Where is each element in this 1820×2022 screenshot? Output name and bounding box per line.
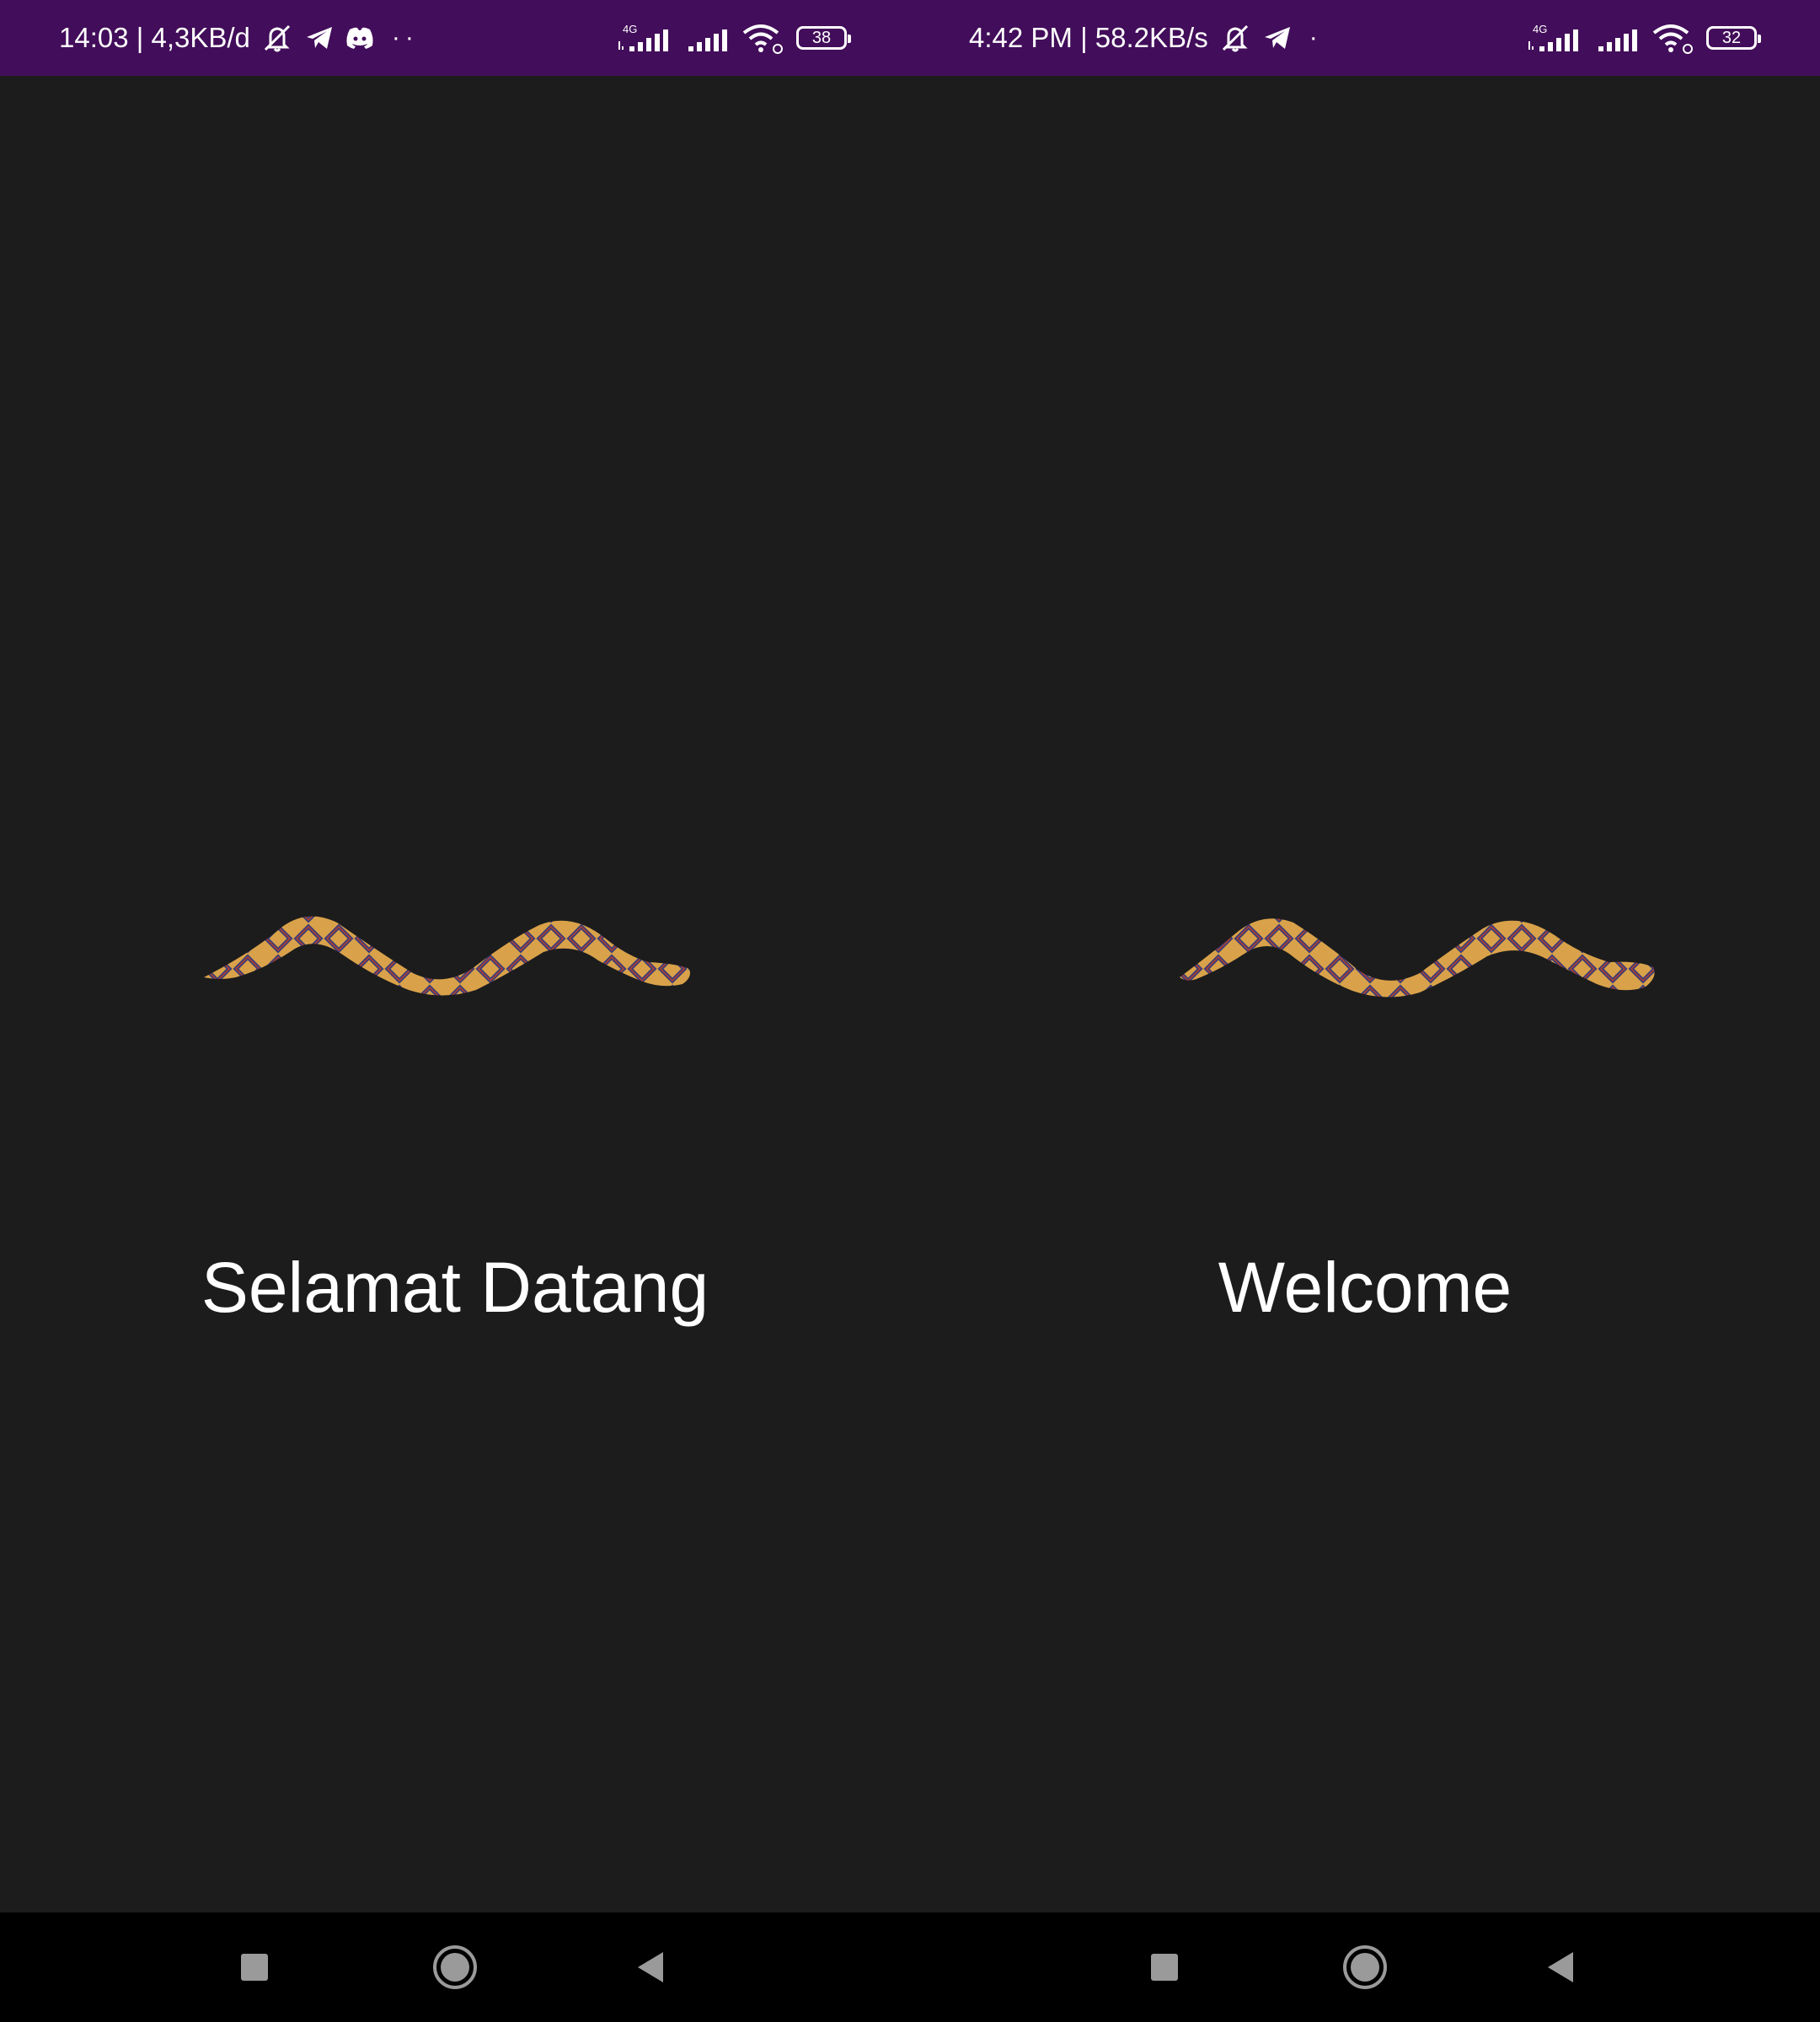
telegram-icon xyxy=(1262,24,1293,51)
back-button[interactable] xyxy=(1518,1912,1603,2022)
battery-level: 32 xyxy=(1721,28,1742,47)
status-bar: 14:03 | 4,3KB/d ·· 4G 38 xyxy=(0,0,910,76)
status-left: 14:03 | 4,3KB/d ·· xyxy=(59,0,419,76)
back-button[interactable] xyxy=(608,1912,693,2022)
wifi-icon xyxy=(741,21,784,55)
recents-icon xyxy=(241,1954,268,1981)
status-left: 4:42 PM | 58.2KB/s · xyxy=(969,0,1323,76)
mute-icon xyxy=(1218,23,1252,53)
snake-illustration xyxy=(1112,893,1685,1003)
recents-button[interactable] xyxy=(1122,1912,1207,2022)
status-time: 4:42 PM | 58.2KB/s xyxy=(969,22,1208,53)
back-icon xyxy=(638,1952,663,1982)
battery-icon: 38 xyxy=(796,26,851,50)
discord-icon xyxy=(345,25,375,51)
overflow-dots: ·· xyxy=(391,24,419,51)
telegram-icon xyxy=(304,24,335,51)
status-time: 14:03 | 4,3KB/d xyxy=(59,22,250,53)
status-right: 4G xyxy=(616,0,851,76)
wifi-icon xyxy=(1651,21,1694,55)
welcome-title: Selamat Datang xyxy=(201,1248,709,1327)
screen-right: 4:42 PM | 58.2KB/s · 4G 32 Welcome xyxy=(910,0,1820,2022)
recents-icon xyxy=(1151,1954,1178,1981)
signal-icon xyxy=(1597,21,1639,55)
status-bar: 4:42 PM | 58.2KB/s · 4G 32 xyxy=(910,0,1820,76)
overflow-dots: · xyxy=(1309,24,1323,51)
status-right: 4G xyxy=(1526,0,1761,76)
back-icon xyxy=(1548,1952,1573,1982)
mute-icon xyxy=(260,23,294,53)
home-icon xyxy=(433,1945,477,1989)
home-button[interactable] xyxy=(413,1912,497,2022)
home-button[interactable] xyxy=(1323,1912,1407,2022)
screen-left: 14:03 | 4,3KB/d ·· 4G 38 Selamat Datang xyxy=(0,0,910,2022)
signal-icon xyxy=(687,21,729,55)
signal-4g-icon: 4G xyxy=(1526,21,1585,55)
svg-text:4G: 4G xyxy=(1533,23,1547,35)
battery-level: 38 xyxy=(811,28,832,47)
snake-illustration xyxy=(202,893,708,1003)
battery-icon: 32 xyxy=(1706,26,1761,50)
signal-4g-icon: 4G xyxy=(616,21,675,55)
navigation-bar xyxy=(0,1912,910,2022)
home-icon xyxy=(1343,1945,1387,1989)
recents-button[interactable] xyxy=(212,1912,297,2022)
svg-text:4G: 4G xyxy=(623,23,637,35)
navigation-bar xyxy=(910,1912,1820,2022)
welcome-title: Welcome xyxy=(1218,1248,1512,1327)
